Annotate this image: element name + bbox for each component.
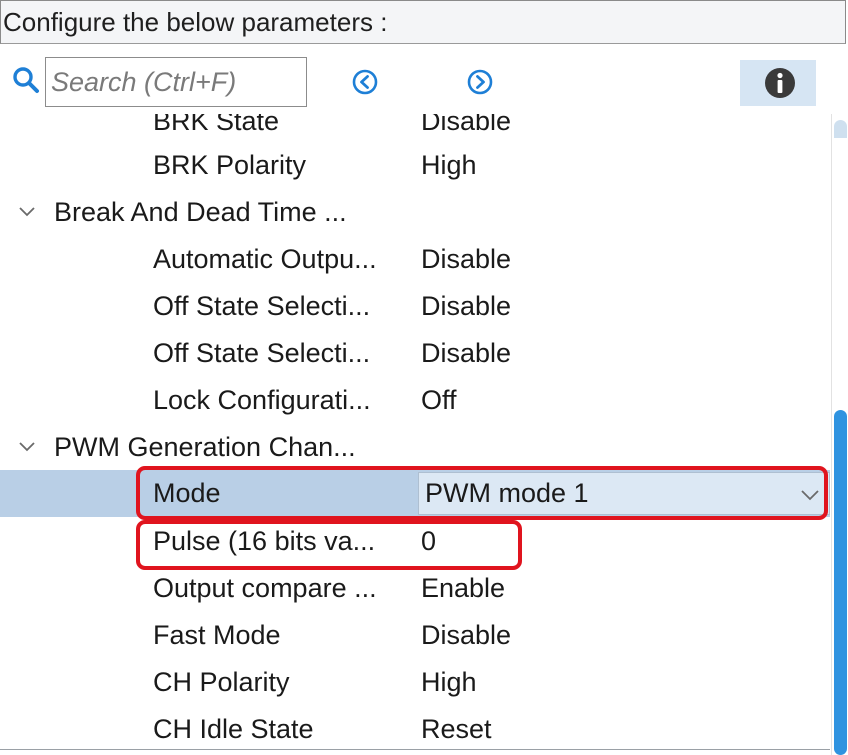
highlight-box-mode: [136, 466, 828, 520]
vertical-scrollbar[interactable]: [831, 114, 848, 755]
param-name: CH Polarity: [153, 667, 290, 697]
list-item[interactable]: BRK State Disable: [0, 114, 830, 145]
param-name: CH Idle State: [153, 714, 314, 744]
param-name: BRK State: [153, 114, 280, 136]
info-button[interactable]: [740, 60, 816, 106]
group-title: PWM Generation Chan...: [54, 432, 356, 462]
param-value: Disable: [421, 620, 512, 650]
group-header-pwm-generation[interactable]: PWM Generation Chan...: [0, 424, 830, 471]
param-name: Automatic Outpu...: [153, 244, 377, 274]
group-header-break-dead-time[interactable]: Break And Dead Time ...: [0, 189, 830, 236]
param-value: Disable: [421, 244, 512, 274]
param-value: Disable: [421, 291, 512, 321]
group-title: Break And Dead Time ...: [54, 197, 347, 227]
param-name: BRK Polarity: [153, 150, 307, 180]
scroll-thumb[interactable]: [834, 410, 847, 755]
list-item[interactable]: Output compare ... Enable: [0, 565, 830, 612]
list-item[interactable]: Off State Selecti... Disable: [0, 330, 830, 377]
chevron-down-icon[interactable]: [14, 434, 40, 460]
scroll-track-top: [834, 120, 847, 138]
param-value: Off: [421, 385, 457, 415]
param-name: Off State Selecti...: [153, 291, 371, 321]
parameter-list: BRK State Disable BRK Polarity High Brea…: [0, 114, 848, 755]
parameters-header: Configure the below parameters :: [0, 0, 846, 44]
search-input[interactable]: [46, 58, 306, 106]
highlight-box-pulse: [136, 520, 522, 570]
list-item[interactable]: BRK Polarity High: [0, 142, 830, 189]
header-title: Configure the below parameters :: [3, 7, 388, 37]
param-value: Disable: [421, 338, 512, 368]
param-value: High: [421, 667, 477, 697]
search-icon[interactable]: [12, 66, 40, 94]
search-box[interactable]: [45, 57, 307, 107]
param-name: Lock Configurati...: [153, 385, 371, 415]
chevron-down-icon[interactable]: [14, 199, 40, 225]
scroll-track: [831, 114, 832, 755]
chevron-right-circle-icon[interactable]: [465, 67, 495, 97]
list-item[interactable]: CH Polarity High: [0, 659, 830, 706]
param-name: Off State Selecti...: [153, 338, 371, 368]
info-icon: [765, 68, 795, 98]
list-item[interactable]: CH Idle State Reset: [0, 706, 830, 753]
list-item[interactable]: Fast Mode Disable: [0, 612, 830, 659]
param-value: Enable: [421, 573, 506, 603]
list-item[interactable]: Off State Selecti... Disable: [0, 283, 830, 330]
list-item[interactable]: Lock Configurati... Off: [0, 377, 830, 424]
param-value: High: [421, 150, 477, 180]
param-value: Reset: [421, 714, 492, 744]
divider: [0, 749, 830, 750]
list-item[interactable]: Automatic Outpu... Disable: [0, 236, 830, 283]
param-name: Fast Mode: [153, 620, 281, 650]
param-value: Disable: [421, 114, 512, 136]
param-name: Output compare ...: [153, 573, 377, 603]
chevron-left-circle-icon[interactable]: [350, 67, 380, 97]
